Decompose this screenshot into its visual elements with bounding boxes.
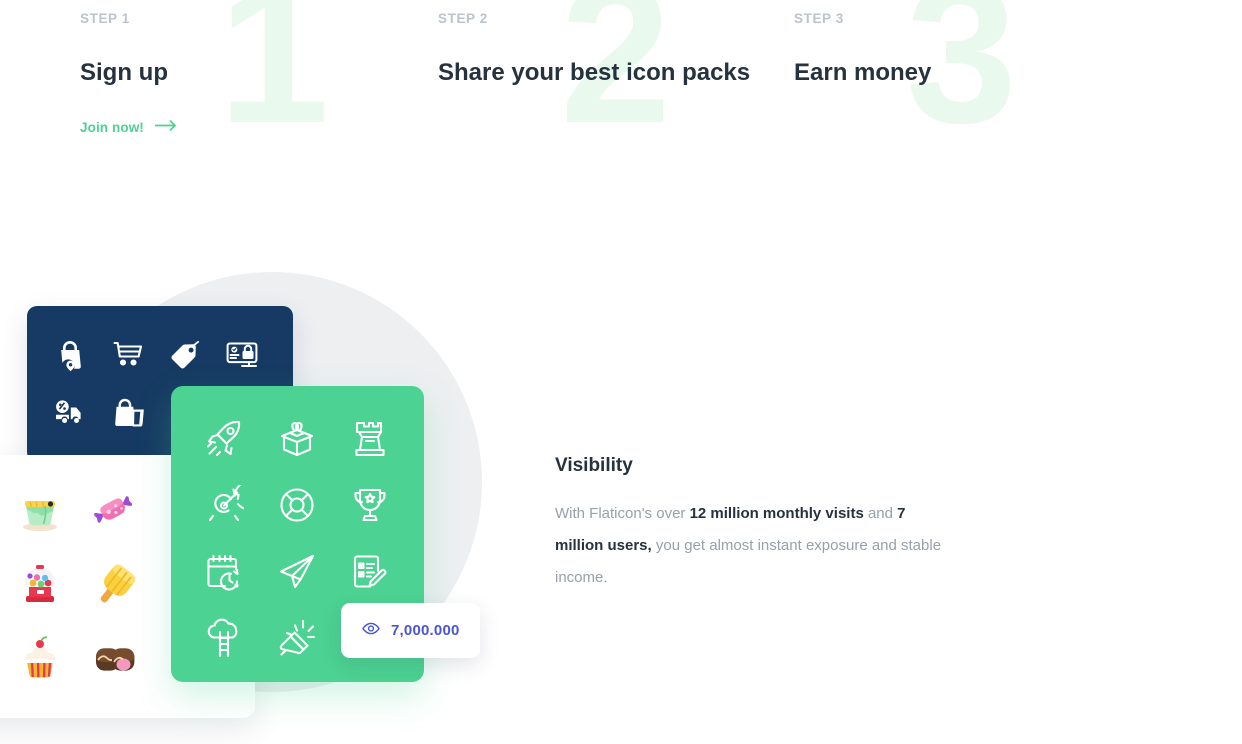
popsicle-icon bbox=[88, 559, 142, 613]
step-block-2: 2 STEP 2 Share your best icon packs bbox=[438, 0, 798, 165]
eye-icon bbox=[362, 622, 380, 640]
paper-plane-icon bbox=[272, 547, 322, 597]
checklist-edit-icon bbox=[345, 547, 395, 597]
tree-ladder-icon bbox=[199, 613, 249, 663]
calendar-clock-icon bbox=[199, 547, 249, 597]
visibility-highlight-visits: 12 million monthly visits bbox=[689, 505, 864, 522]
megaphone-icon bbox=[272, 613, 322, 663]
step-title-1: Sign up bbox=[80, 59, 168, 86]
arrow-right-icon bbox=[154, 118, 177, 136]
step-label-2: STEP 2 bbox=[438, 11, 488, 26]
shopping-cart-icon bbox=[106, 333, 150, 377]
views-counter-badge[interactable]: 7,000.000 bbox=[341, 603, 480, 658]
visibility-title: Visibility bbox=[555, 455, 633, 476]
join-now-link[interactable]: Join now! bbox=[80, 118, 177, 136]
lifebuoy-icon bbox=[272, 480, 322, 530]
visibility-text-2: and bbox=[863, 505, 898, 522]
gumball-machine-icon bbox=[13, 559, 67, 613]
step-label-3: STEP 3 bbox=[794, 11, 844, 26]
step-block-3: 3 STEP 3 Earn money bbox=[794, 0, 1154, 165]
rocket-icon bbox=[199, 414, 249, 464]
join-now-label: Join now! bbox=[80, 119, 144, 135]
wrapped-candy-icon bbox=[88, 486, 142, 540]
cupcake-icon bbox=[13, 632, 67, 686]
visibility-description: With Flaticon's over 12 million monthly … bbox=[555, 498, 955, 594]
step-title-2: Share your best icon packs bbox=[438, 59, 751, 86]
price-tag-icon bbox=[163, 333, 207, 377]
pudding-icon bbox=[13, 486, 67, 540]
visibility-text-1: With Flaticon's over bbox=[555, 505, 690, 522]
online-shop-monitor-icon bbox=[220, 333, 264, 377]
chocolate-bonbon-icon bbox=[88, 632, 142, 686]
chess-rook-icon bbox=[345, 414, 395, 464]
shopping-bag-location-icon bbox=[48, 333, 92, 377]
target-dart-icon bbox=[199, 480, 249, 530]
trophy-icon bbox=[345, 480, 395, 530]
steps-section: 1 STEP 1 Sign up Join now! 2 STEP 2 Shar… bbox=[0, 0, 1242, 165]
views-count-value: 7,000.000 bbox=[391, 622, 460, 639]
visibility-section: Visibility With Flaticon's over 12 milli… bbox=[555, 455, 955, 594]
illustration-group: 7,000.000 bbox=[0, 255, 560, 744]
step-block-1: 1 STEP 1 Sign up Join now! bbox=[80, 0, 440, 165]
step-title-3: Earn money bbox=[794, 59, 932, 86]
step-label-1: STEP 1 bbox=[80, 11, 130, 26]
delivery-truck-discount-icon bbox=[48, 391, 92, 435]
shopping-bags-icon bbox=[106, 391, 150, 435]
open-box-icon bbox=[272, 414, 322, 464]
